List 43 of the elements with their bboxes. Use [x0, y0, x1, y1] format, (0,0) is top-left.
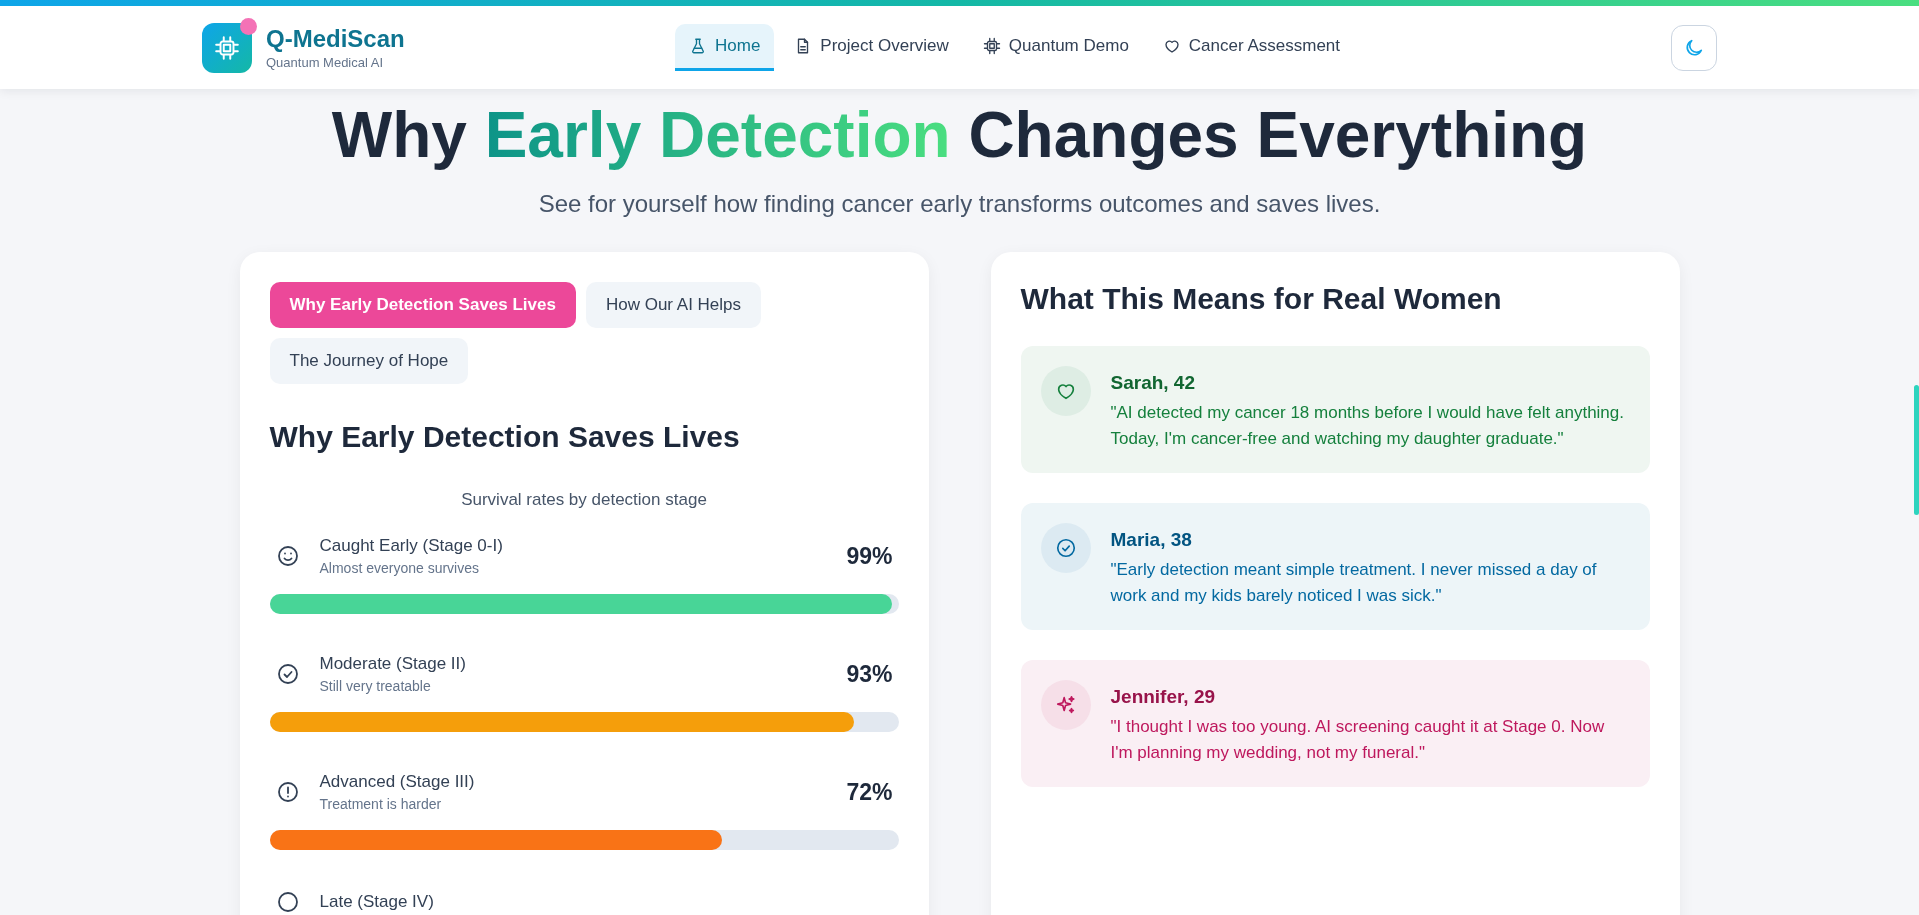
- scrollbar-thumb[interactable]: [1914, 385, 1919, 515]
- chart-caption: Survival rates by detection stage: [460, 490, 708, 511]
- survival-rate: 72%: [846, 778, 893, 806]
- section-heading: What This Means for Real Women: [1020, 282, 1503, 317]
- nav-link[interactable]: Quantum Demo: [968, 24, 1143, 71]
- survival-rate: 99%: [846, 542, 893, 570]
- stage-label: Advanced (Stage III): [319, 772, 476, 793]
- topic-tab[interactable]: The Journey of Hope: [269, 338, 469, 385]
- check-circle-icon: [1054, 537, 1077, 560]
- nav-link[interactable]: Home: [675, 24, 775, 71]
- testimonial-quote: "Early detection meant simple treatment. I never missed a day of work and my kids barely noticed I was sick.": [1110, 559, 1598, 607]
- testimonial-quote: "AI detected my cancer 18 months before I would have felt anything. Today, I'm cancer-free and watching my daughter graduate.": [1110, 402, 1625, 450]
- stage-note: Still very treatable: [319, 678, 432, 695]
- chip-logo-icon[interactable]: [202, 22, 252, 73]
- nav-link[interactable]: Cancer Assessment: [1148, 24, 1355, 71]
- circle-icon: [275, 890, 300, 915]
- testimonial-quote: "I thought I was too young. AI screening caught it at Stage 0. Now I'm planning my wedding, not my funeral.": [1110, 716, 1606, 764]
- hero-title: Why Early Detection Changes Everything: [330, 100, 1589, 171]
- stage-label: Late (Stage IV): [319, 892, 435, 913]
- theme-toggle-button[interactable]: [1671, 24, 1717, 71]
- testimonial-name: Sarah, 42: [1110, 372, 1196, 395]
- smiley-icon: [275, 544, 300, 569]
- section-heading: Why Early Detection Saves Lives: [269, 420, 741, 455]
- testimonial-name: Maria, 38: [1110, 529, 1193, 552]
- status-dot: [240, 17, 257, 35]
- chip-icon: [982, 37, 1001, 55]
- topic-tab[interactable]: How Our AI Helps: [585, 282, 762, 329]
- stage-label: Moderate (Stage II): [319, 654, 467, 675]
- brand-tagline: Quantum Medical AI: [266, 55, 385, 70]
- heart-icon: [1162, 37, 1181, 55]
- stage-note: Treatment is harder: [319, 796, 443, 813]
- nav-link[interactable]: Project Overview: [780, 24, 963, 71]
- flask-icon: [689, 37, 707, 55]
- exclamation-circle-icon: [275, 780, 300, 805]
- topic-tab[interactable]: Why Early Detection Saves Lives: [269, 282, 576, 329]
- stage-label: Caught Early (Stage 0-I): [319, 536, 504, 557]
- stage-note: Almost everyone survives: [319, 560, 480, 577]
- check-circle-icon: [275, 662, 300, 687]
- brand-name: Q-MediScan: [266, 25, 405, 53]
- testimonial-name: Jennifer, 29: [1110, 686, 1217, 709]
- survival-rate: 93%: [846, 660, 893, 688]
- hero-subtitle: See for yourself how finding cancer early transforms outcomes and saves lives.: [537, 190, 1382, 219]
- chip-icon: [214, 34, 240, 61]
